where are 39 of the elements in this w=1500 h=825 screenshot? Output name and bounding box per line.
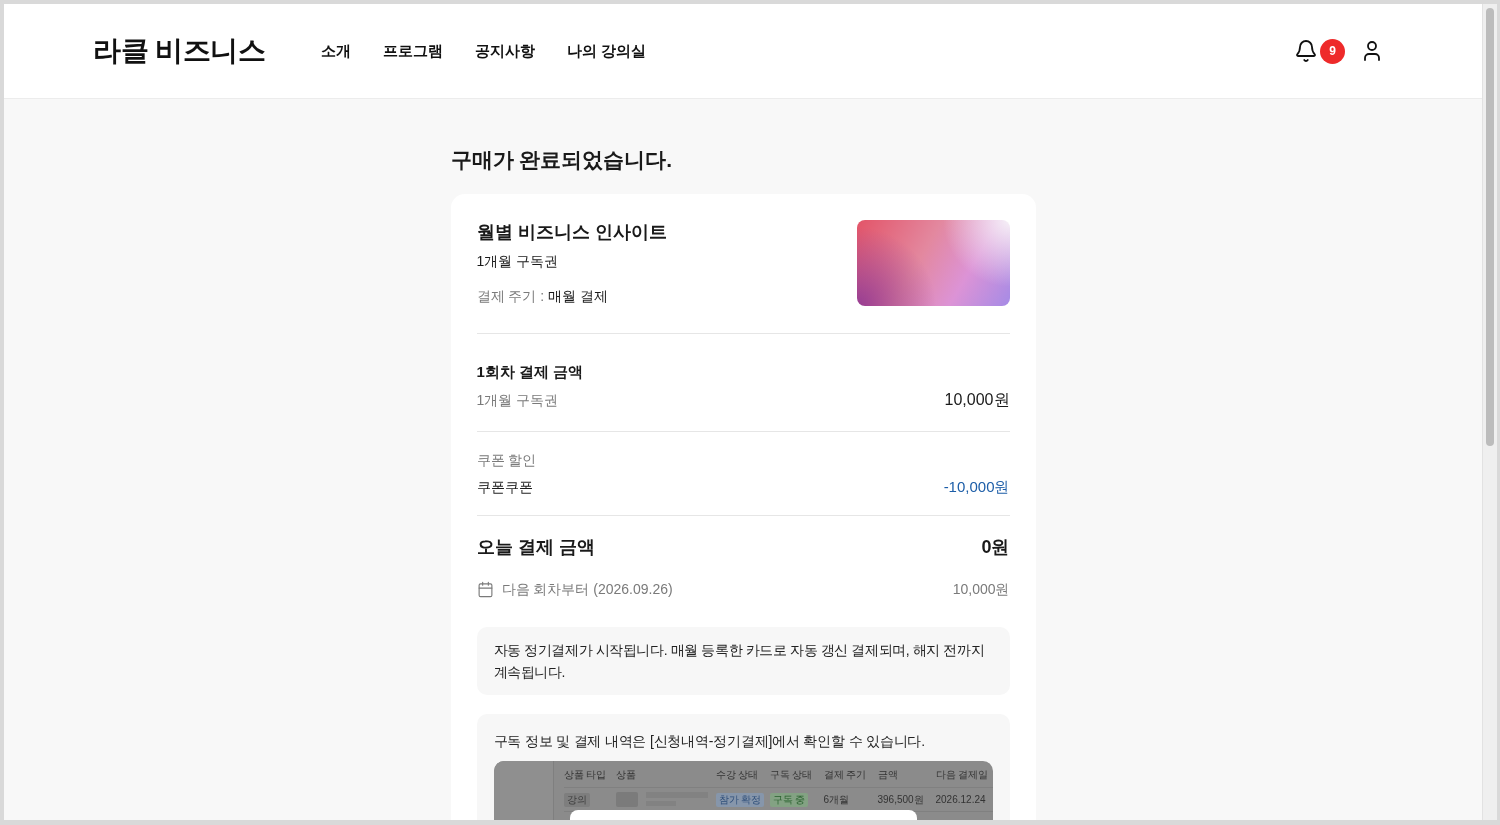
table-cell-text: 396,500원 [877,793,924,807]
notification-badge: 9 [1320,38,1345,64]
product-name: 월별 비즈니스 인사이트 [476,221,667,244]
status-tag: 구독 중 [769,792,809,807]
column-header: 금액 [877,768,898,780]
section-title: 오늘 결제 금액 [476,535,595,559]
status-tag: 참가 확정 [715,792,765,807]
scrollbar-thumb[interactable] [1486,8,1494,446]
column-header: 수강 상태 [715,768,759,780]
table-cell-text: 2026.12.24 [935,793,986,807]
nav-link[interactable]: 공지사항 [475,39,536,63]
calendar-icon [476,580,494,598]
next-payment-label: 다음 회차부터 (2026.09.26) [501,579,673,599]
table-cell-text: 6개월 [823,793,850,807]
cycle-label: 결제 주기 : [476,287,545,306]
section-title: 쿠폰 할인 [476,451,538,470]
logo[interactable]: 라클 비즈니스 [93,30,266,72]
column-header: 상품 타입 [563,768,607,780]
section-title: 1회차 결제 금액 [476,362,585,382]
coupon-name: 쿠폰쿠폰 [476,477,533,497]
info-box: 자동 정기결제가 시작됩니다. 매월 등록한 카드로 자동 갱신 결제되며, 해지 전까지 계속됩니다. [476,627,1010,695]
plan-name: 1개월 구독권 [476,252,560,271]
column-header: 결제 주기 [823,768,867,780]
nav-link[interactable]: 나의 강의실 [567,39,647,63]
page-title: 구매가 완료되었습니다. [450,147,674,173]
bell-icon [1294,39,1318,63]
total-amount: 0원 [981,535,1010,559]
notification-button[interactable] [1294,39,1318,63]
column-header: 상품 [615,768,636,780]
next-payment-amount: 10,000원 [952,579,1010,599]
notice-text: 구독 정보 및 결제 내역은 [신청내역-정기결제]에서 확인할 수 있습니다. [493,732,926,751]
item-name: 1개월 구독권 [476,390,559,410]
discount-amount: -10,000원 [943,476,1010,497]
nav-link[interactable]: 소개 [321,39,352,63]
nav-link[interactable]: 프로그램 [383,39,444,63]
price-text: 10,000원 [944,390,1010,410]
column-header: 구독 상태 [769,768,813,780]
column-header: 다음 결제일 [935,768,989,780]
cycle-value: 매월 결제 [548,287,609,306]
